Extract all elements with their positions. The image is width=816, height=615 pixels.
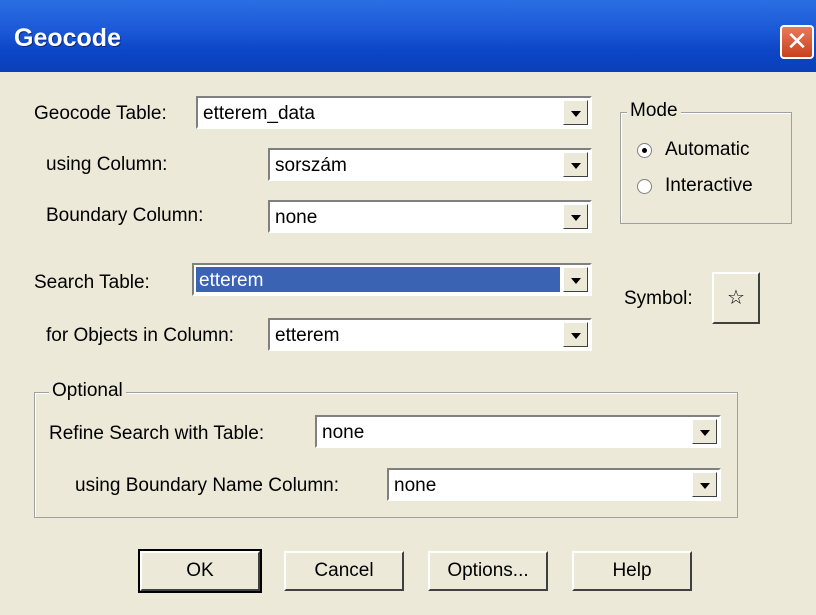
automatic-radio[interactable]: [637, 143, 652, 158]
mode-group-title: Mode: [627, 100, 681, 122]
objects-column-label: for Objects in Column:: [46, 325, 234, 346]
close-button[interactable]: ✕: [780, 25, 814, 59]
boundary-name-column-value: none: [394, 475, 437, 496]
optional-group: Optional Refine Search with Table: none …: [34, 380, 738, 518]
title-bar[interactable]: Geocode ✕: [0, 0, 816, 72]
chevron-down-icon[interactable]: [563, 267, 588, 292]
symbol-label: Symbol:: [624, 288, 693, 309]
interactive-label[interactable]: Interactive: [665, 175, 753, 197]
refine-table-label: Refine Search with Table:: [49, 423, 265, 444]
window-title: Geocode: [14, 24, 121, 52]
chevron-down-icon[interactable]: [563, 100, 588, 125]
boundary-column-label: Boundary Column:: [46, 205, 204, 226]
cancel-button[interactable]: Cancel: [284, 551, 404, 591]
options-button[interactable]: Options...: [428, 551, 548, 591]
refine-table-select[interactable]: none: [315, 415, 721, 448]
objects-column-value: etterem: [275, 325, 340, 346]
geocode-table-label: Geocode Table:: [34, 103, 167, 124]
chevron-down-icon[interactable]: [563, 322, 588, 347]
boundary-column-value: none: [275, 207, 318, 228]
geocode-dialog: Geocode ✕ Geocode Table: etterem_data us…: [0, 0, 816, 615]
boundary-name-column-label: using Boundary Name Column:: [75, 475, 340, 496]
mode-group: Mode Automatic Interactive: [620, 100, 792, 224]
interactive-radio[interactable]: [637, 179, 652, 194]
star-icon: ☆: [727, 287, 745, 309]
search-table-select[interactable]: etterem: [192, 263, 592, 296]
using-column-value: sorszám: [275, 155, 347, 176]
using-column-select[interactable]: sorszám: [268, 148, 592, 181]
automatic-label[interactable]: Automatic: [665, 139, 749, 161]
symbol-button[interactable]: ☆: [712, 272, 760, 324]
chevron-down-icon[interactable]: [692, 419, 717, 444]
ok-button[interactable]: OK: [138, 549, 262, 593]
search-table-label: Search Table:: [34, 272, 150, 293]
geocode-table-select[interactable]: etterem_data: [196, 96, 592, 129]
search-table-value: etterem: [199, 270, 264, 291]
boundary-column-select[interactable]: none: [268, 200, 592, 233]
objects-column-select[interactable]: etterem: [268, 318, 592, 351]
optional-group-title: Optional: [49, 380, 126, 402]
geocode-table-value: etterem_data: [203, 103, 315, 124]
help-button[interactable]: Help: [572, 551, 692, 591]
refine-table-value: none: [322, 422, 365, 443]
boundary-name-column-select[interactable]: none: [387, 468, 721, 501]
chevron-down-icon[interactable]: [692, 472, 717, 497]
chevron-down-icon[interactable]: [563, 204, 588, 229]
using-column-label: using Column:: [46, 154, 168, 175]
chevron-down-icon[interactable]: [563, 152, 588, 177]
